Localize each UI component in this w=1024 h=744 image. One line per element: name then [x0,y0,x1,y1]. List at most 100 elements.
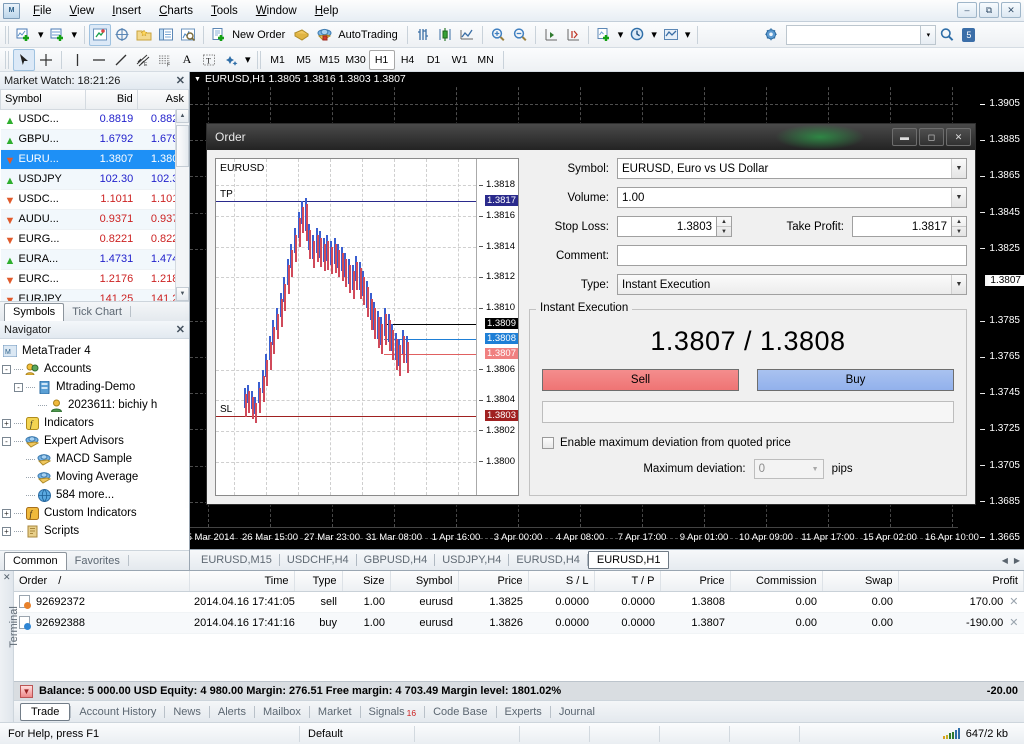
search-icon[interactable] [936,24,958,46]
type-select[interactable]: Instant Execution ▼ [617,274,967,295]
nav-tree-item[interactable]: 584 more... [2,486,189,504]
nav-tree-item[interactable]: Moving Average [2,468,189,486]
volume-select[interactable]: 1.00 ▼ [617,187,967,208]
terminal-tab[interactable]: Signals 16 [361,703,425,721]
col-symbol[interactable]: Symbol [390,571,459,592]
text-icon[interactable]: T [198,49,220,71]
terminal-tab[interactable]: Alerts [210,703,254,721]
candlestick-chart-icon[interactable] [434,24,456,46]
chart-tab[interactable]: EURUSD,M15 [194,552,279,568]
wallet-icon[interactable] [290,24,313,46]
order-mini-chart[interactable]: EURUSD TP SL 1.3818 1.3816 1.3814 1.3812 1.38… [215,158,519,496]
periods-icon[interactable] [626,24,648,46]
col-bid[interactable]: Bid [85,90,138,110]
col-sl[interactable]: S / L [528,571,595,592]
chevron-down-icon[interactable]: ▼ [951,275,966,294]
order-minimize-button[interactable]: ▬ [892,128,917,146]
toolbar-grip[interactable] [5,25,10,44]
market-watch-close-icon[interactable]: ✕ [176,74,185,87]
order-maximize-button[interactable]: ◻ [919,128,944,146]
tree-toggle-icon[interactable]: + [2,508,11,518]
terminal-tab[interactable]: Code Base [425,703,495,721]
market-watch-row[interactable]: ▲ EURA... 1.4731 1.4740 [0,249,189,270]
col-swap[interactable]: Swap [822,571,899,592]
nav-tree-item[interactable]: - Accounts [2,360,189,378]
col-price-close[interactable]: Price [660,571,731,592]
col-time[interactable]: Time [189,571,295,592]
stepper-down-icon[interactable]: ▼ [952,227,966,236]
search-input[interactable] [786,24,922,45]
stepper-up-icon[interactable]: ▲ [952,217,966,227]
minimize-button[interactable]: – [957,2,977,18]
chart-tabs-next-icon[interactable]: ▶ [1014,556,1020,565]
nav-tree-item[interactable]: 2023611: bichiy h [2,396,189,414]
close-order-icon[interactable]: ✕ [1009,596,1018,608]
line-chart-icon[interactable] [456,24,478,46]
tree-toggle-icon[interactable]: - [2,436,11,446]
menu-file[interactable]: File [24,3,61,19]
order-close-button[interactable]: ✕ [946,128,971,146]
shapes-dropdown-icon[interactable]: ▾ [242,49,254,71]
chevron-down-icon[interactable]: ▼ [812,466,819,473]
col-profit[interactable]: Profit [898,571,1024,592]
search-dropdown-icon[interactable]: ▾ [921,24,937,45]
horizontal-line-icon[interactable] [88,49,110,71]
terminal-tab[interactable]: Market [310,703,360,721]
data-window-icon[interactable] [111,24,133,46]
stop-loss-stepper[interactable]: ▲ ▼ [717,216,732,237]
terminal-close-icon[interactable]: ✕ [3,572,11,583]
sell-button[interactable]: Sell [542,369,739,391]
crosshair-icon[interactable] [35,49,57,71]
fibonacci-icon[interactable]: F [154,49,176,71]
col-type[interactable]: Type [294,571,343,592]
nav-tree-item[interactable]: + f Custom Indicators [2,504,189,522]
col-ask[interactable]: Ask [136,90,189,110]
toolbar-grip[interactable] [256,50,262,69]
chart-menu-icon[interactable]: ▼ [194,76,201,83]
chart-tabs-prev-icon[interactable]: ◀ [1002,556,1008,565]
timeframe-mn[interactable]: MN [473,50,499,70]
scroll-thumb[interactable] [176,125,189,167]
options-gear-icon[interactable] [760,24,782,46]
terminal-icon[interactable] [155,24,177,46]
periods-dropdown-icon[interactable]: ▾ [648,24,660,46]
col-order[interactable]: Order / [14,571,190,592]
terminal-tab[interactable]: Journal [551,703,603,721]
market-watch-icon[interactable] [89,23,112,46]
tree-toggle-icon[interactable]: + [2,526,11,536]
indicators-dropdown-icon[interactable]: ▾ [615,24,627,46]
time-axis[interactable]: 25 Mar 2014 26 Mar 15:00 27 Mar 23:00 31 Ma… [190,527,979,549]
market-watch-row[interactable]: ▼ EURU... 1.3807 1.3808 [0,149,189,170]
col-commission[interactable]: Commission [730,571,823,592]
new-order-label[interactable]: New Order [230,29,290,41]
equidistant-channel-icon[interactable]: E [132,49,154,71]
chart-tab[interactable]: USDJPY,H4 [435,552,508,568]
scroll-up-icon[interactable]: ▲ [176,109,189,123]
navigator-close-icon[interactable]: ✕ [176,323,185,336]
col-tp[interactable]: T / P [594,571,661,592]
take-profit-stepper[interactable]: ▲ ▼ [952,216,967,237]
notifications-badge[interactable]: 5 [962,27,976,42]
chart-profiles-icon[interactable] [47,24,69,46]
vertical-line-icon[interactable] [66,49,88,71]
market-watch-row[interactable]: ▲ GBPU... 1.6792 1.6794 [0,129,189,150]
take-profit-input[interactable]: 1.3817 [852,216,952,237]
timeframe-h4[interactable]: H4 [395,50,421,70]
deviation-checkbox-row[interactable]: Enable maximum deviation from quoted pri… [542,437,954,449]
navigator-icon[interactable] [133,24,155,46]
col-price-open[interactable]: Price [458,571,529,592]
autotrading-label[interactable]: AutoTrading [336,29,403,41]
nav-tree-item[interactable]: M MetaTrader 4 [2,342,189,360]
col-size[interactable]: Size [342,571,391,592]
market-watch-row[interactable]: ▼ AUDU... 0.9371 0.9373 [0,209,189,230]
autotrading-icon[interactable] [313,24,336,46]
zoom-out-icon[interactable] [509,24,531,46]
deviation-checkbox[interactable] [542,437,554,449]
market-watch-row[interactable]: ▼ EURJPY 141.25 141.28 [0,289,189,301]
market-watch-row[interactable]: ▼ EURC... 1.2176 1.2180 [0,269,189,290]
cursor-icon[interactable] [13,48,35,71]
stop-loss-input[interactable]: 1.3803 [617,216,717,237]
chart-profiles-dropdown-icon[interactable]: ▾ [69,24,81,46]
menu-tools[interactable]: Tools [202,3,247,19]
menu-window[interactable]: Window [247,3,306,19]
